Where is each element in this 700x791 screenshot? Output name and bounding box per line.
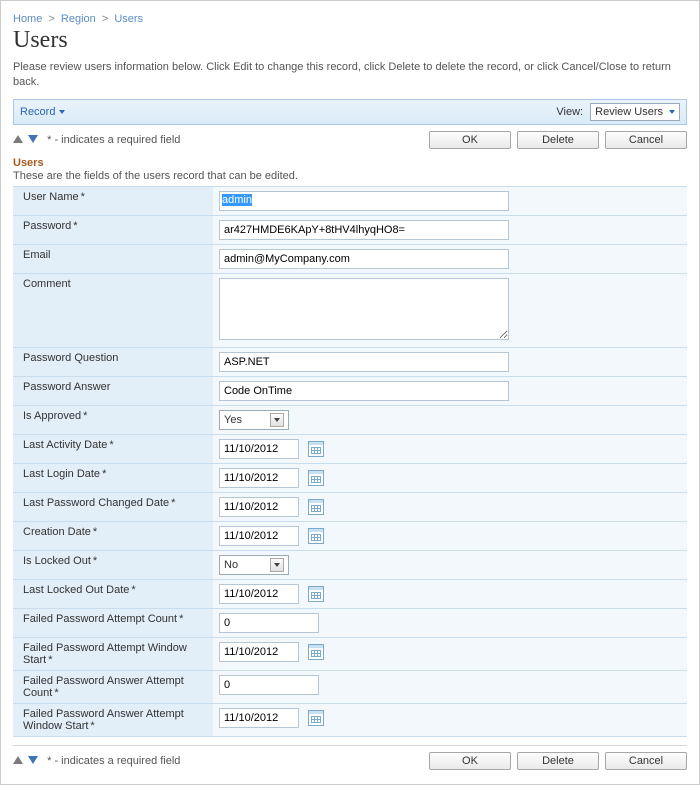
field-label-password-question: Password Question: [23, 352, 118, 364]
ok-button[interactable]: OK: [429, 131, 511, 149]
fail-pw-win-input[interactable]: [219, 642, 299, 662]
required-hint: * - indicates a required field: [47, 134, 180, 146]
password-input[interactable]: [219, 220, 509, 240]
field-label-last-locked: Last Locked Out Date: [23, 584, 136, 596]
breadcrumb-users[interactable]: Users: [114, 13, 143, 25]
required-hint: * - indicates a required field: [47, 755, 180, 767]
bottom-action-row: * - indicates a required field OK Delete…: [13, 746, 687, 776]
fail-ans-count-input[interactable]: [219, 675, 319, 695]
field-label-fail-pw-count: Failed Password Attempt Count: [23, 613, 183, 625]
ok-button[interactable]: OK: [429, 752, 511, 770]
field-label-fail-ans-count: Failed Password Answer Attempt Count: [23, 675, 184, 699]
field-label-password: Password: [23, 220, 78, 232]
calendar-icon[interactable]: [308, 644, 324, 660]
view-label: View:: [556, 106, 583, 118]
field-label-comment: Comment: [23, 278, 71, 290]
cancel-button[interactable]: Cancel: [605, 752, 687, 770]
chevron-down-icon: [59, 106, 65, 118]
calendar-icon[interactable]: [308, 499, 324, 515]
chevron-down-icon: [669, 106, 675, 118]
calendar-icon[interactable]: [308, 710, 324, 726]
field-label-is-locked: Is Locked Out: [23, 555, 97, 567]
chevron-down-icon: [270, 558, 284, 572]
last-login-input[interactable]: [219, 468, 299, 488]
top-action-row: * - indicates a required field OK Delete…: [13, 125, 687, 155]
breadcrumb-home[interactable]: Home: [13, 13, 42, 25]
intro-text: Please review users information below. C…: [13, 60, 687, 99]
breadcrumb-region[interactable]: Region: [61, 13, 96, 25]
field-label-last-activity: Last Activity Date: [23, 439, 114, 451]
field-label-creation: Creation Date: [23, 526, 97, 538]
last-locked-input[interactable]: [219, 584, 299, 604]
form-table: User Name admin Password Email Comment P…: [13, 186, 687, 737]
fail-ans-win-input[interactable]: [219, 708, 299, 728]
field-label-fail-pw-win: Failed Password Attempt Window Start: [23, 642, 187, 666]
page-title: Users: [13, 27, 687, 60]
password-question-input[interactable]: [219, 352, 509, 372]
field-label-last-pw-changed: Last Password Changed Date: [23, 497, 175, 509]
selected-value: admin: [222, 194, 252, 206]
arrow-up-icon[interactable]: [13, 135, 23, 143]
calendar-icon[interactable]: [308, 441, 324, 457]
creation-input[interactable]: [219, 526, 299, 546]
comment-input[interactable]: [219, 278, 509, 340]
email-input[interactable]: [219, 249, 509, 269]
arrow-down-icon[interactable]: [28, 756, 38, 764]
fail-pw-count-input[interactable]: [219, 613, 319, 633]
field-label-last-login: Last Login Date: [23, 468, 106, 480]
last-activity-input[interactable]: [219, 439, 299, 459]
delete-button[interactable]: Delete: [517, 752, 599, 770]
username-input[interactable]: admin: [219, 191, 509, 211]
last-pw-changed-input[interactable]: [219, 497, 299, 517]
calendar-icon[interactable]: [308, 528, 324, 544]
calendar-icon[interactable]: [308, 470, 324, 486]
chevron-down-icon: [270, 413, 284, 427]
cancel-button[interactable]: Cancel: [605, 131, 687, 149]
is-locked-select[interactable]: No: [219, 555, 289, 575]
arrow-down-icon[interactable]: [28, 135, 38, 143]
breadcrumb: Home > Region > Users: [13, 9, 687, 27]
section-desc: These are the fields of the users record…: [13, 170, 687, 186]
delete-button[interactable]: Delete: [517, 131, 599, 149]
field-label-is-approved: Is Approved: [23, 410, 87, 422]
view-select[interactable]: Review Users: [590, 103, 680, 121]
field-label-username: User Name: [23, 191, 85, 203]
field-label-fail-ans-win: Failed Password Answer Attempt Window St…: [23, 708, 184, 732]
field-label-password-answer: Password Answer: [23, 381, 110, 393]
field-label-email: Email: [23, 249, 51, 261]
section-title: Users: [13, 155, 687, 170]
calendar-icon[interactable]: [308, 586, 324, 602]
arrow-up-icon[interactable]: [13, 756, 23, 764]
record-menu[interactable]: Record: [20, 106, 65, 118]
toolbar: Record View: Review Users: [13, 99, 687, 125]
password-answer-input[interactable]: [219, 381, 509, 401]
is-approved-select[interactable]: Yes: [219, 410, 289, 430]
